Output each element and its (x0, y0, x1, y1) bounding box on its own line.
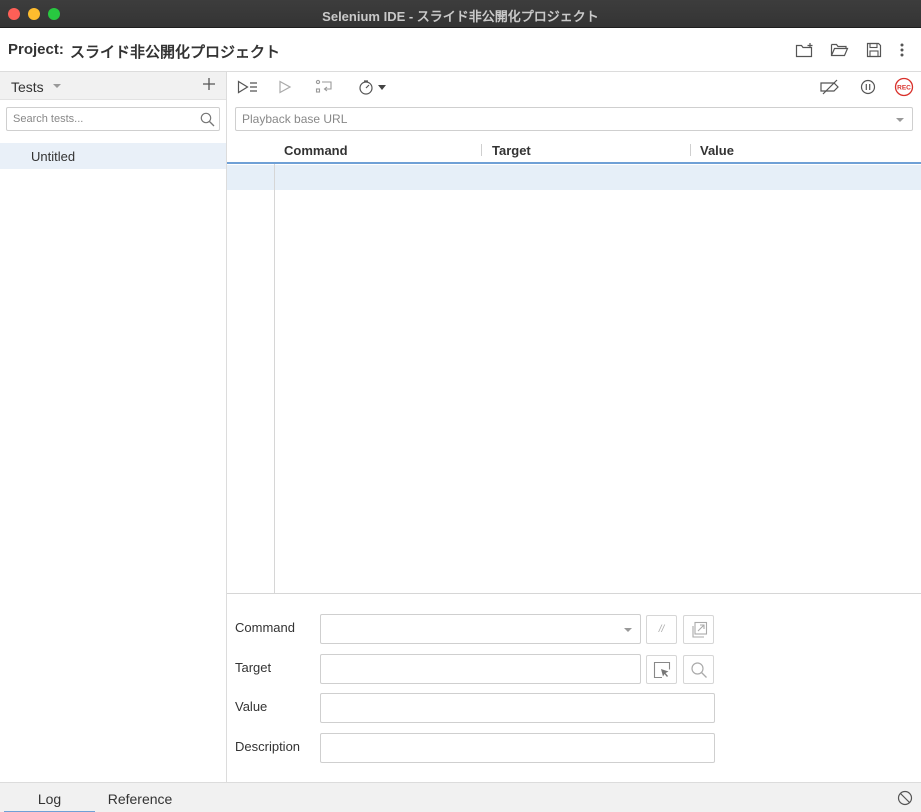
window-title: Selenium IDE - スライド非公開化プロジェクト (322, 9, 599, 24)
clear-icon (897, 790, 913, 806)
search-tests-input[interactable] (7, 108, 187, 130)
console-tabs-bar: Log Reference (0, 782, 921, 812)
target-input[interactable] (321, 655, 640, 683)
open-reference-button[interactable] (683, 615, 714, 644)
run-all-tests-icon (237, 80, 257, 94)
record-label: REC (897, 85, 911, 92)
project-header: Project: スライド非公開化プロジェクト (0, 28, 921, 72)
table-row[interactable] (227, 165, 921, 190)
new-project-icon (795, 43, 813, 58)
plus-icon (203, 78, 215, 90)
new-project-button[interactable] (794, 40, 816, 60)
save-project-button[interactable] (863, 40, 885, 60)
select-target-button[interactable] (646, 655, 677, 684)
open-project-icon (830, 43, 849, 57)
command-input[interactable] (321, 615, 640, 643)
window-titlebar: Selenium IDE - スライド非公開化プロジェクト (0, 0, 921, 28)
tests-header: Tests (0, 72, 226, 100)
command-combobox (320, 614, 641, 644)
test-speed-button[interactable] (357, 77, 389, 97)
playback-url-field (235, 107, 913, 131)
value-input[interactable] (321, 694, 714, 722)
tab-log[interactable]: Log (4, 783, 95, 812)
playback-url-input[interactable] (236, 108, 876, 130)
open-in-new-icon (691, 621, 707, 638)
select-element-icon (653, 661, 670, 678)
pause-on-exceptions-button[interactable] (859, 77, 877, 97)
run-all-tests-button[interactable] (237, 77, 259, 97)
tests-sidebar: Tests Untitled (0, 72, 227, 782)
search-icon (690, 661, 707, 678)
search-icon (200, 112, 215, 127)
value-field (320, 693, 715, 723)
more-vert-icon (900, 43, 904, 57)
project-label: Project: (8, 41, 64, 58)
column-header-command: Command (284, 143, 348, 158)
run-current-test-icon (279, 80, 292, 94)
description-field (320, 733, 715, 763)
commands-table-header: Command Target Value (227, 138, 921, 164)
row-number-gutter (274, 164, 275, 593)
project-name[interactable]: スライド非公開化プロジェクト (70, 41, 280, 62)
target-field (320, 654, 641, 684)
chevron-down-icon[interactable] (53, 84, 61, 88)
command-label: Command (235, 620, 295, 635)
column-divider (481, 144, 482, 156)
more-options-button[interactable] (891, 40, 913, 60)
record-icon: REC (894, 77, 914, 97)
chevron-down-icon[interactable] (624, 628, 632, 632)
description-label: Description (235, 739, 301, 754)
comment-toggle-button[interactable]: // (646, 615, 677, 644)
column-header-value: Value (700, 143, 734, 158)
open-project-button[interactable] (829, 40, 851, 60)
commands-table-body (227, 164, 921, 593)
speed-timer-icon (359, 80, 386, 95)
run-current-test-button[interactable] (277, 77, 293, 97)
record-button[interactable]: REC (894, 77, 914, 97)
tab-reference[interactable]: Reference (95, 783, 185, 812)
test-list-item[interactable]: Untitled (0, 143, 226, 169)
search-tests-field (6, 107, 220, 131)
save-project-icon (866, 42, 882, 58)
playback-toolbar: REC (227, 72, 921, 102)
column-divider (690, 144, 691, 156)
main-panel: REC Command Target Value Command // (227, 72, 921, 782)
tab-log-label: Log (37, 791, 62, 807)
clear-log-button[interactable] (897, 790, 913, 809)
find-target-button[interactable] (683, 655, 714, 684)
add-test-button[interactable] (202, 75, 216, 96)
pause-icon (860, 79, 876, 95)
disable-breakpoints-icon (820, 79, 839, 95)
tests-dropdown-label[interactable]: Tests (11, 79, 44, 95)
step-over-icon (315, 79, 332, 93)
tab-reference-label: Reference (107, 791, 173, 807)
chevron-down-icon[interactable] (896, 118, 904, 122)
step-over-button[interactable] (314, 77, 334, 97)
value-label: Value (235, 699, 268, 714)
test-name: Untitled (31, 149, 76, 164)
column-header-target: Target (492, 143, 531, 158)
description-input[interactable] (321, 734, 714, 762)
comment-icon: // (658, 624, 665, 635)
command-editor: Command // Target Value Description (227, 593, 921, 782)
disable-breakpoints-button[interactable] (819, 77, 841, 97)
target-label: Target (235, 660, 272, 675)
